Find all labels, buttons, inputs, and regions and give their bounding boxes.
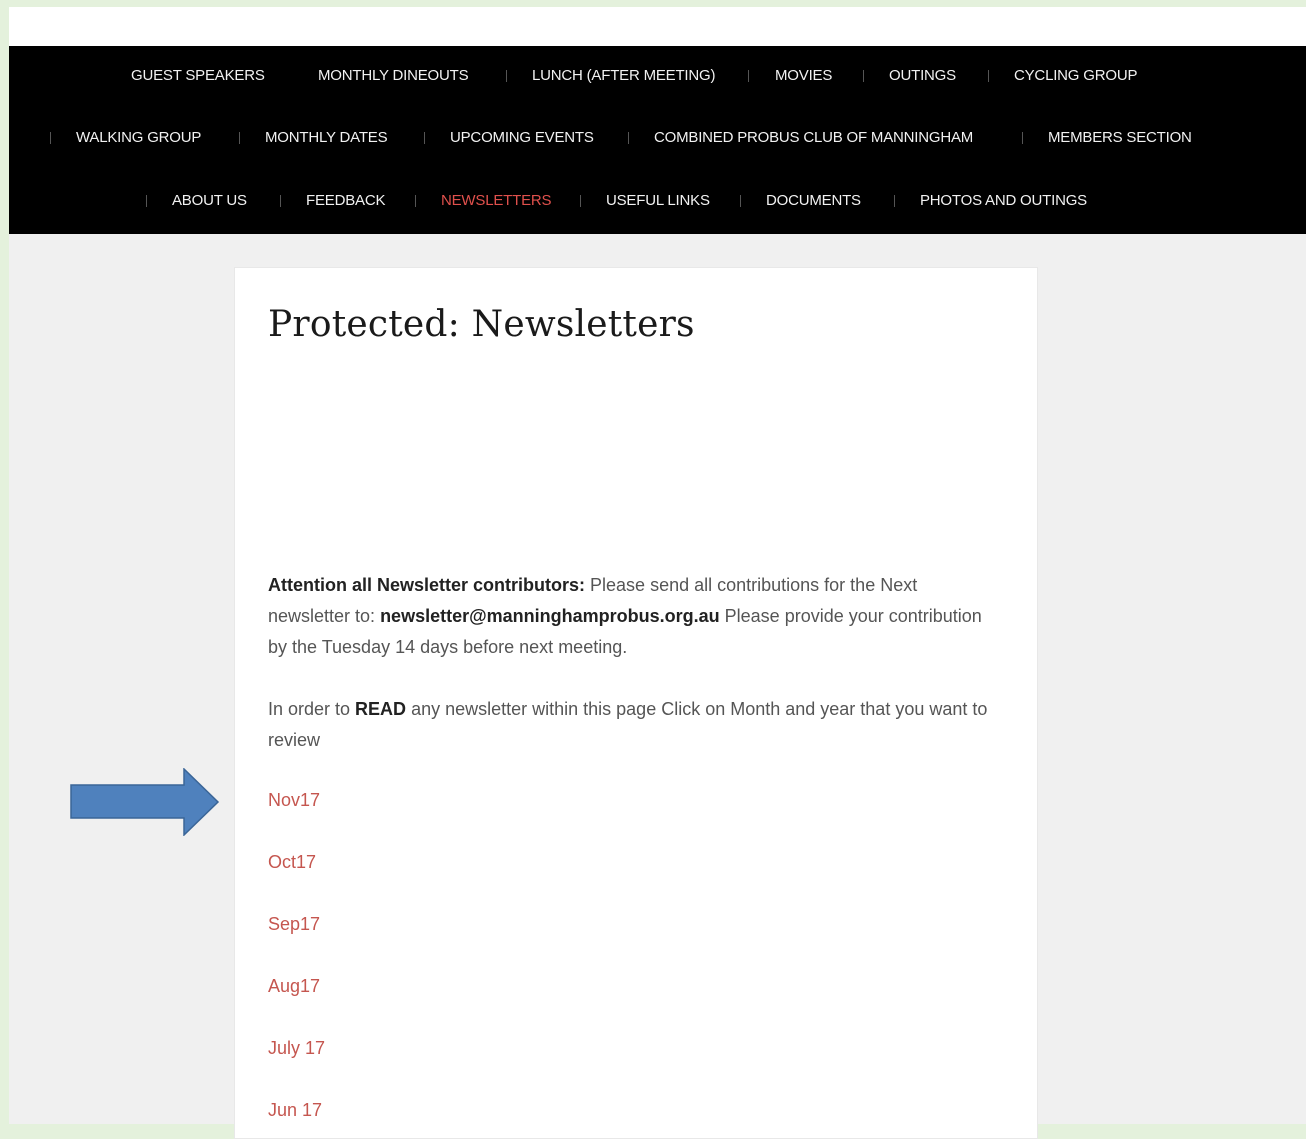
content-card: Protected: Newsletters Attention all New… [234, 267, 1038, 1139]
nav-item-lunch[interactable]: LUNCH (AFTER MEETING) [532, 67, 716, 84]
nav-item-combined-probus[interactable]: COMBINED PROBUS CLUB OF MANNINGHAM [654, 129, 973, 146]
nav-separator [628, 132, 629, 144]
nav-item-upcoming-events[interactable]: UPCOMING EVENTS [450, 129, 594, 146]
nav-item-feedback[interactable]: FEEDBACK [306, 192, 385, 209]
nav-item-members-section[interactable]: MEMBERS SECTION [1048, 129, 1192, 146]
read-prefix: In order to [268, 699, 356, 719]
nav-item-cycling-group[interactable]: CYCLING GROUP [1014, 67, 1137, 84]
nav-separator [894, 195, 895, 207]
page-title: Protected: Newsletters [268, 304, 695, 345]
newsletter-link-sep17[interactable]: Sep17 [268, 914, 320, 935]
nav-item-walking-group[interactable]: WALKING GROUP [76, 129, 201, 146]
nav-separator [280, 195, 281, 207]
newsletter-link-nov17[interactable]: Nov17 [268, 790, 320, 811]
nav-separator [424, 132, 425, 144]
newsletter-link-aug17[interactable]: Aug17 [268, 976, 320, 997]
nav-item-useful-links[interactable]: USEFUL LINKS [606, 192, 710, 209]
contributors-notice: Attention all Newsletter contributors: P… [268, 570, 988, 663]
nav-item-outings[interactable]: OUTINGS [889, 67, 956, 84]
nav-item-about-us[interactable]: ABOUT US [172, 192, 247, 209]
read-bold: READ [355, 699, 407, 719]
nav-item-monthly-dates[interactable]: MONTHLY DATES [265, 129, 388, 146]
nav-item-monthly-dineouts[interactable]: MONTHLY DINEOUTS [318, 67, 469, 84]
newsletter-link-july17[interactable]: July 17 [268, 1038, 325, 1059]
nav-row-2: WALKING GROUP MONTHLY DATES UPCOMING EVE… [9, 123, 1306, 153]
nav-item-documents[interactable]: DOCUMENTS [766, 192, 861, 209]
nav-separator [748, 70, 749, 82]
nav-separator [740, 195, 741, 207]
nav-item-guest-speakers[interactable]: GUEST SPEAKERS [131, 67, 265, 84]
newsletter-email: newsletter@manninghamprobus.org.au [380, 606, 720, 626]
top-strip [9, 7, 1306, 46]
nav-separator [988, 70, 989, 82]
nav-separator [863, 70, 864, 82]
newsletter-link-jun17[interactable]: Jun 17 [268, 1100, 322, 1121]
nav-separator [146, 195, 147, 207]
nav-row-1: GUEST SPEAKERS MONTHLY DINEOUTS LUNCH (A… [9, 61, 1306, 91]
nav-row-3: ABOUT US FEEDBACK NEWSLETTERS USEFUL LIN… [9, 186, 1306, 216]
newsletter-link-oct17[interactable]: Oct17 [268, 852, 316, 873]
nav-separator [50, 132, 51, 144]
arrow-right-icon [70, 768, 220, 836]
nav-separator [239, 132, 240, 144]
attention-label: Attention all Newsletter contributors: [268, 575, 586, 595]
nav-separator [415, 195, 416, 207]
read-instructions: In order to READ any newsletter within t… [268, 694, 988, 756]
nav-separator [1022, 132, 1023, 144]
main-navigation: GUEST SPEAKERS MONTHLY DINEOUTS LUNCH (A… [9, 46, 1306, 234]
nav-item-photos-and-outings[interactable]: PHOTOS AND OUTINGS [920, 192, 1087, 209]
nav-item-newsletters[interactable]: NEWSLETTERS [441, 192, 552, 209]
nav-separator [580, 195, 581, 207]
nav-item-movies[interactable]: MOVIES [775, 67, 832, 84]
nav-separator [506, 70, 507, 82]
